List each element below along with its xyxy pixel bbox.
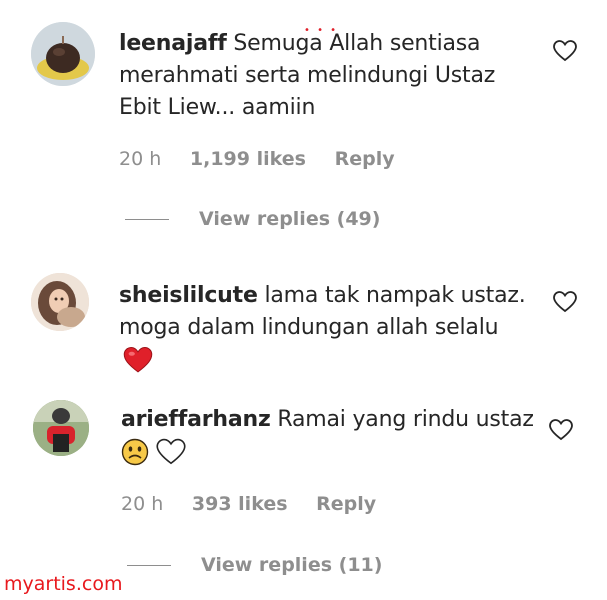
- comment-line-2: moga dalam lindungan allah selalu: [119, 315, 499, 340]
- view-replies-label: View replies (11): [201, 554, 383, 576]
- timestamp: 20 h: [121, 493, 164, 515]
- girl-icon: [31, 273, 89, 331]
- reply-button[interactable]: Reply: [316, 493, 376, 515]
- likes-count[interactable]: 393 likes: [192, 493, 288, 515]
- avatar[interactable]: [31, 22, 95, 86]
- avatar[interactable]: [33, 400, 89, 456]
- like-heart-icon[interactable]: [553, 40, 577, 62]
- white-heart-icon: [156, 438, 186, 465]
- username[interactable]: arieffarhanz: [121, 407, 271, 432]
- avatar[interactable]: [31, 273, 89, 331]
- comment-line-1: Ramai yang rindu ustaz: [277, 407, 534, 432]
- username[interactable]: sheislilcute: [119, 283, 258, 308]
- likes-count[interactable]: 1,199 likes: [190, 148, 306, 170]
- view-replies-label: View replies (49): [199, 208, 381, 230]
- username[interactable]: leenajaff: [119, 31, 227, 56]
- divider-line: [125, 218, 169, 220]
- reply-button[interactable]: Reply: [335, 148, 395, 170]
- like-heart-icon[interactable]: [549, 419, 573, 441]
- cake-icon: [31, 22, 95, 86]
- comment-text: leenajaff Semuga Allah sentiasa merahmat…: [119, 28, 539, 124]
- comment-line-3: Ebit Liew... aamiin: [119, 95, 316, 120]
- comment-text: sheislilcute lama tak nampak ustaz. moga…: [119, 280, 549, 376]
- view-replies-button[interactable]: View replies (49): [125, 208, 380, 230]
- like-heart-icon[interactable]: [553, 291, 577, 313]
- frowning-face-icon: [121, 438, 149, 466]
- timestamp: 20 h: [119, 148, 162, 170]
- spellcheck-dots: • • •: [304, 25, 339, 36]
- view-replies-button[interactable]: View replies (11): [127, 554, 382, 576]
- comment-meta: 20 h 393 likes Reply: [121, 493, 398, 515]
- divider-line: [127, 564, 171, 566]
- motorcycle-icon: [33, 400, 89, 456]
- comment-line-1: lama tak nampak ustaz.: [264, 283, 526, 308]
- comment-text: arieffarhanz Ramai yang rindu ustaz: [121, 404, 541, 468]
- watermark: myartis.com: [4, 573, 123, 595]
- comment-line-2: merahmati serta melindungi Ustaz: [119, 63, 496, 88]
- comment-meta: 20 h 1,199 likes Reply: [119, 148, 417, 170]
- red-heart-icon: [123, 346, 153, 373]
- comment-line-1: Semuga Allah sentiasa: [233, 31, 481, 56]
